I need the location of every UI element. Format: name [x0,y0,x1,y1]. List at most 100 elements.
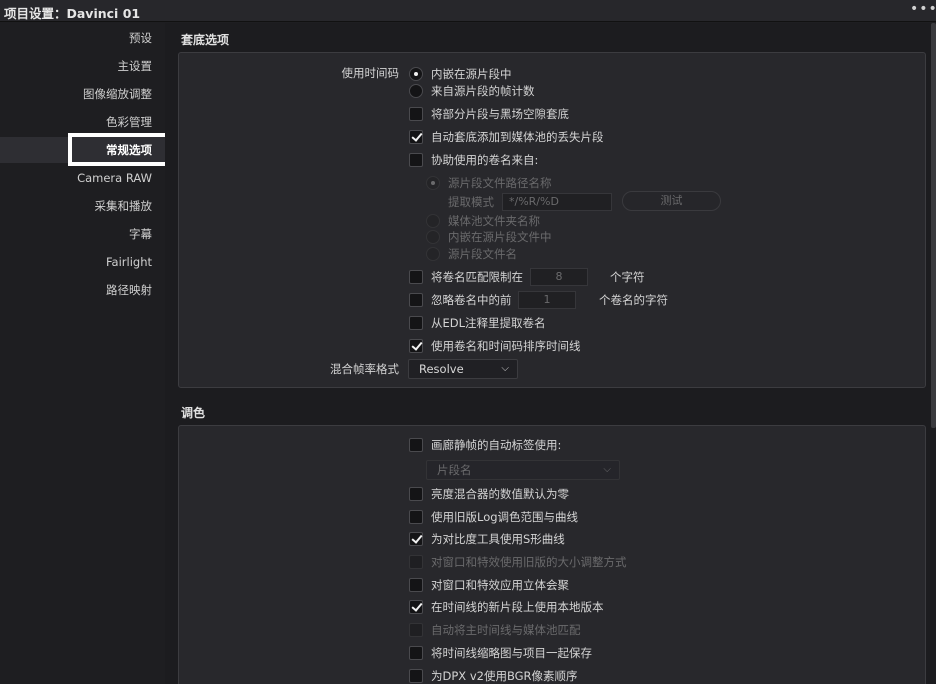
select-value: 片段名 [437,463,472,477]
checkbox[interactable] [409,510,423,524]
reel-limit-field[interactable]: 8 [530,268,588,286]
sidebar-item-camera-raw[interactable]: Camera RAW [0,165,165,191]
checkbox-label: 对窗口和特效应用立体会聚 [431,578,569,592]
sidebar-item-subtitles[interactable]: 字幕 [0,221,165,247]
title-bar: 项目设置：Davinci 01 ••• [0,0,936,22]
checkbox[interactable] [409,316,423,330]
sidebar-item-color-management[interactable]: 色彩管理 [0,109,165,135]
checkbox[interactable] [409,555,423,569]
checkbox-label: 为对比度工具使用S形曲线 [431,532,565,546]
checkbox[interactable] [409,130,423,144]
sidebar-item-image-scaling[interactable]: 图像缩放调整 [0,81,165,107]
checkbox-label: 从EDL注释里提取卷名 [431,316,546,330]
checkbox-save-thumbnails[interactable]: 将时间线缩略图与项目一起保存 [409,644,592,662]
conform-section-heading: 套底选项 [181,33,230,47]
checkbox-label: 将卷名匹配限制在 [431,270,523,284]
gallery-label-select[interactable]: 片段名 ⌵ [426,460,620,480]
sidebar-item-path-mapping[interactable]: 路径映射 [0,277,165,303]
mixed-frame-rate-label: 混合帧率格式 [330,362,399,376]
checkbox-edl-reel[interactable]: 从EDL注释里提取卷名 [409,314,546,332]
checkbox-dpx-bgr[interactable]: 为DPX v2使用BGR像素顺序 [409,667,578,684]
radio-label: 媒体池文件夹名称 [448,214,540,228]
checkbox-assist-gap[interactable]: 将部分片段与黑场空隙套底 [409,105,569,123]
sidebar-item-fairlight[interactable]: Fairlight [0,249,165,275]
main-settings-area: 套底选项 使用时间码 内嵌在源片段中 来自源片段的帧计数 将部分片段与黑场空隙套… [165,23,931,684]
use-timecode-label: 使用时间码 [341,66,400,80]
checkbox-gallery-label[interactable]: 画廊静帧的自动标签使用: [409,436,561,454]
checkbox[interactable] [409,107,423,121]
checkbox[interactable] [409,153,423,167]
checkbox-label: 将时间线缩略图与项目一起保存 [431,646,592,660]
checkbox-label: 画廊静帧的自动标签使用: [431,438,562,452]
radio-button[interactable] [409,67,423,81]
select-value: Resolve [419,362,464,376]
sidebar-item-capture-playback[interactable]: 采集和播放 [0,193,165,219]
checkbox[interactable] [409,487,423,501]
radio-button[interactable] [426,176,440,190]
checkbox-label: 在时间线的新片段上使用本地版本 [431,600,604,614]
checkbox[interactable] [409,669,423,683]
checkbox-s-curve[interactable]: 为对比度工具使用S形曲线 [409,530,565,548]
radio-button[interactable] [426,247,440,261]
extract-mode-label: 提取模式 [448,195,494,209]
scrollbar[interactable] [931,23,936,684]
checkbox-ignore-prefix[interactable]: 忽略卷名中的前 [409,291,512,309]
sidebar-item-presets[interactable]: 预设 [0,25,165,51]
checkbox-luma-mixer[interactable]: 亮度混合器的数值默认为零 [409,485,569,503]
checkbox-local-version[interactable]: 在时间线的新片段上使用本地版本 [409,598,604,616]
checkbox-auto-add-missing[interactable]: 自动套底添加到媒体池的丢失片段 [409,128,604,146]
radio-button[interactable] [426,214,440,228]
checkbox-sort-timeline[interactable]: 使用卷名和时间码排序时间线 [409,337,581,355]
checkbox[interactable] [409,339,423,353]
sidebar-item-general-options[interactable]: 常规选项 [0,137,165,163]
chevron-down-icon: ⌵ [603,464,611,475]
color-options-panel: 画廊静帧的自动标签使用: 片段名 ⌵ 亮度混合器的数值默认为零 使用旧版Log调… [178,425,926,684]
window-title: 项目设置：Davinci 01 [4,6,141,21]
checkbox-label: 亮度混合器的数值默认为零 [431,487,569,501]
radio-label: 内嵌在源片段中 [431,67,512,81]
radio-button[interactable] [409,84,423,98]
extract-mode-field[interactable]: */%R/%D [502,193,612,211]
checkbox[interactable] [409,270,423,284]
mixed-frame-rate-select[interactable]: Resolve ⌵ [408,359,518,379]
test-button[interactable]: 测试 [622,191,721,211]
checkbox[interactable] [409,623,423,637]
checkbox-label: 使用卷名和时间码排序时间线 [431,339,581,353]
radio-label: 源片段文件路径名称 [448,176,552,190]
more-dots-icon[interactable]: ••• [910,0,936,22]
color-section-heading: 调色 [181,406,206,420]
checkbox[interactable] [409,438,423,452]
checkbox-auto-match-timeline[interactable]: 自动将主时间线与媒体池匹配 [409,621,581,639]
radio-file-name[interactable]: 源片段文件名 [426,245,517,263]
radio-button[interactable] [426,230,440,244]
checkbox-limit-reel-match[interactable]: 将卷名匹配限制在 [409,268,523,286]
checkbox-label: 使用旧版Log调色范围与曲线 [431,510,579,524]
checkbox-label: 自动套底添加到媒体池的丢失片段 [431,130,604,144]
reel-limit-suffix: 个字符 [610,270,645,284]
checkbox-label: 忽略卷名中的前 [431,293,512,307]
checkbox-legacy-log[interactable]: 使用旧版Log调色范围与曲线 [409,508,578,526]
scrollbar-thumb[interactable] [931,23,936,428]
checkbox-label: 对窗口和特效使用旧版的大小调整方式 [431,555,627,569]
radio-embedded-file[interactable]: 内嵌在源片段文件中 [426,228,552,246]
checkbox-stereo-convergence[interactable]: 对窗口和特效应用立体会聚 [409,576,569,594]
chevron-down-icon: ⌵ [501,363,509,374]
checkbox-legacy-resize[interactable]: 对窗口和特效使用旧版的大小调整方式 [409,553,627,571]
checkbox[interactable] [409,646,423,660]
checkbox[interactable] [409,532,423,546]
checkbox[interactable] [409,293,423,307]
radio-embedded-timecode[interactable]: 内嵌在源片段中 [409,65,512,83]
radio-frame-count[interactable]: 来自源片段的帧计数 [409,82,535,100]
radio-source-path[interactable]: 源片段文件路径名称 [426,174,552,192]
checkbox-reel-name-from[interactable]: 协助使用的卷名来自: [409,151,538,169]
checkbox[interactable] [409,578,423,592]
sidebar-item-master-settings[interactable]: 主设置 [0,53,165,79]
checkbox-label: 自动将主时间线与媒体池匹配 [431,623,581,637]
radio-label: 源片段文件名 [448,247,517,261]
settings-sidebar: 预设 主设置 图像缩放调整 色彩管理 常规选项 Camera RAW 采集和播放… [0,23,172,684]
radio-label: 内嵌在源片段文件中 [448,230,552,244]
checkbox[interactable] [409,600,423,614]
conform-options-panel: 使用时间码 内嵌在源片段中 来自源片段的帧计数 将部分片段与黑场空隙套底 自动套… [178,52,926,388]
ignore-prefix-field[interactable]: 1 [518,291,576,309]
checkbox-label: 协助使用的卷名来自: [431,153,539,167]
